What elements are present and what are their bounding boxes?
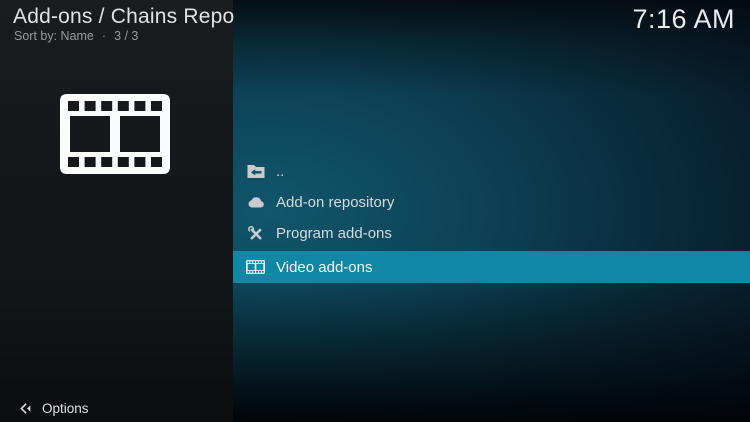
- options-button[interactable]: Options: [18, 401, 89, 416]
- list-item-label: Add-on repository: [276, 194, 395, 211]
- list-item-add-on-repository[interactable]: Add-on repository: [233, 187, 750, 218]
- item-count: 3 / 3: [114, 29, 139, 43]
- sidebar-toggle-icon: [18, 401, 33, 416]
- options-label: Options: [42, 401, 89, 416]
- kodi-addons-screen: Options Add-ons / Chains Repo Sort by: N…: [0, 0, 750, 422]
- list-item-label: Video add-ons: [276, 258, 373, 276]
- separator-dot: ·: [101, 29, 107, 43]
- left-panel: Options: [0, 0, 233, 422]
- tools-icon: [246, 225, 265, 241]
- list-item-program-add-ons[interactable]: Program add-ons: [233, 218, 750, 249]
- clock: 7:16 AM: [632, 4, 735, 34]
- list-item-label: ..: [276, 163, 285, 180]
- addon-category-list: .. Add-on repository Program add-ons Vid…: [233, 156, 750, 283]
- film-strip-icon: [60, 94, 170, 174]
- cloud-icon: [246, 195, 265, 210]
- sort-by-label: Sort by: Name: [14, 29, 94, 43]
- page-title: Add-ons / Chains Repo: [13, 5, 235, 28]
- list-item-[interactable]: ..: [233, 156, 750, 187]
- sort-status: Sort by: Name · 3 / 3: [14, 29, 138, 43]
- list-item-video-add-ons[interactable]: Video add-ons: [233, 251, 750, 283]
- folder-back-icon: [246, 164, 265, 179]
- film-icon: [246, 260, 265, 275]
- list-item-label: Program add-ons: [276, 225, 392, 242]
